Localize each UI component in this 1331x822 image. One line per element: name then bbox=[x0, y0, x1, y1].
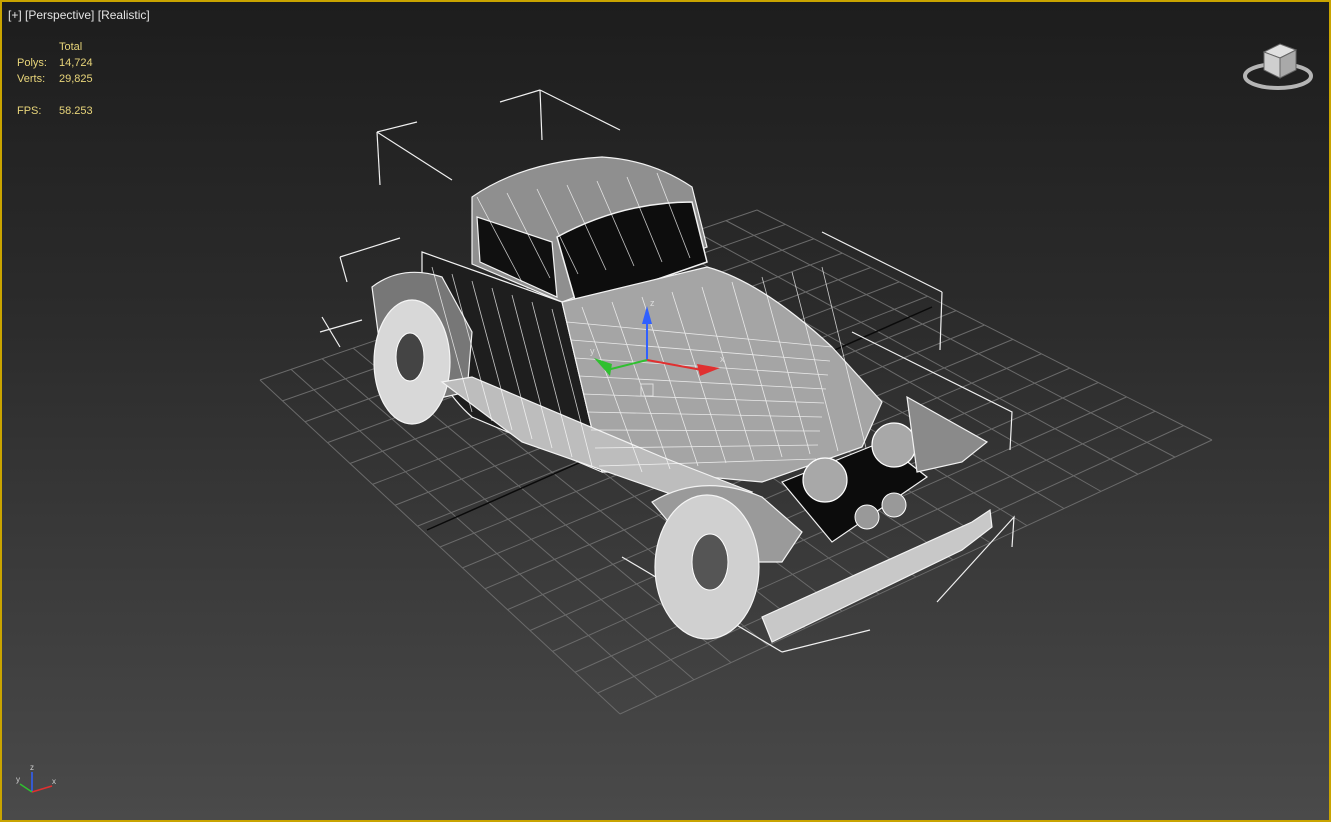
viewcube-icon[interactable] bbox=[1240, 36, 1316, 98]
svg-text:z: z bbox=[650, 298, 655, 308]
axis-x-label: x bbox=[52, 777, 56, 786]
axis-z-label: z bbox=[30, 763, 34, 772]
car-fog-light-right bbox=[881, 492, 907, 518]
car-headlight-left bbox=[802, 457, 848, 503]
world-axis-tripod: z x y bbox=[16, 763, 56, 793]
car-fog-light-left bbox=[854, 504, 880, 530]
perspective-viewport[interactable]: [+] [Perspective] [Realistic] Total Poly… bbox=[0, 0, 1331, 822]
scene-canvas[interactable]: z x y bbox=[2, 2, 1329, 820]
car-front-fender-right bbox=[906, 395, 989, 473]
car-headlight-right bbox=[871, 422, 917, 468]
car-model[interactable] bbox=[371, 156, 993, 643]
svg-text:x: x bbox=[720, 354, 725, 364]
svg-text:y: y bbox=[590, 346, 595, 356]
axis-y-label: y bbox=[16, 775, 20, 784]
car-rear-wheel-hub bbox=[395, 332, 425, 382]
car-front-wheel-hub bbox=[691, 533, 729, 591]
